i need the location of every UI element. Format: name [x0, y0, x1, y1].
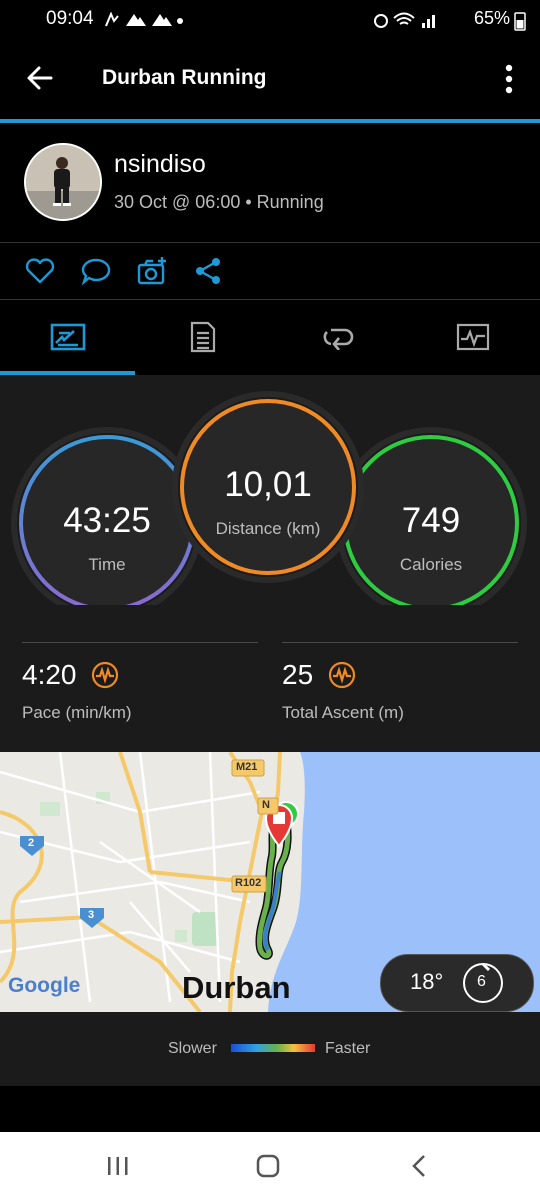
back-nav-icon[interactable]	[410, 1154, 428, 1178]
pace-stat: 4:20 Pace (min/km)	[22, 659, 132, 723]
activity-graph-icon	[456, 323, 489, 351]
comment-icon[interactable]	[80, 256, 112, 286]
calories-value: 749	[401, 501, 461, 540]
share-icon[interactable]	[192, 256, 224, 286]
legend-slower: Slower	[168, 1040, 217, 1057]
header-accent-line	[0, 119, 540, 123]
system-status-icons	[374, 12, 435, 28]
battery-icon	[514, 12, 526, 31]
pace-value: 4:20	[22, 659, 77, 690]
pace-gradient-bar	[231, 1044, 315, 1052]
battery-level: 65%	[473, 8, 510, 28]
calories-label: Calories	[399, 555, 463, 574]
legend-faster: Faster	[325, 1040, 371, 1057]
document-list-icon	[190, 321, 215, 353]
weather-widget[interactable]: 18° 6	[380, 954, 534, 1012]
distance-stat: 10,01 Distance (km)	[178, 465, 358, 539]
add-photo-icon[interactable]	[136, 256, 168, 286]
avatar[interactable]	[24, 143, 102, 221]
divider	[282, 642, 518, 643]
route-shield-2: 2	[28, 837, 35, 849]
tab-charts[interactable]	[405, 300, 540, 374]
divider	[0, 242, 540, 243]
ascent-value: 25	[282, 659, 314, 690]
calories-stat: 749 Calories	[341, 501, 521, 575]
pace-label: Pace (min/km)	[22, 703, 132, 722]
status-time: 09:04	[46, 8, 94, 29]
tab-laps[interactable]	[270, 300, 405, 374]
distance-value: 10,01	[224, 465, 312, 504]
username[interactable]: nsindiso	[114, 150, 206, 179]
home-icon[interactable]	[256, 1154, 280, 1178]
temperature: 18°	[410, 969, 444, 994]
ascent-label: Total Ascent (m)	[282, 703, 404, 722]
tab-stats[interactable]	[0, 300, 135, 374]
road-label-m21: M21	[236, 761, 258, 773]
stats-chart-icon	[50, 323, 85, 351]
route-shield-3: 3	[88, 909, 95, 921]
notification-icons	[105, 12, 183, 27]
ascent-info-icon[interactable]	[328, 661, 356, 689]
pace-info-icon[interactable]	[91, 661, 119, 689]
time-stat: 43:25 Time	[17, 501, 197, 575]
activity-tabs	[0, 300, 540, 374]
like-heart-icon[interactable]	[24, 256, 56, 286]
tab-details[interactable]	[135, 300, 270, 374]
time-label: Time	[88, 555, 126, 574]
recent-apps-icon[interactable]	[106, 1156, 130, 1176]
status-bar: 09:04 65%	[0, 0, 540, 40]
more-options-icon[interactable]	[494, 62, 524, 96]
divider	[22, 642, 258, 643]
stats-panel: 43:25 Time 10,01 Distance (km) 749 Calor…	[0, 375, 540, 752]
system-nav-bar	[0, 1132, 540, 1200]
road-label-r102: R102	[235, 877, 262, 889]
city-label: Durban	[182, 970, 291, 1005]
wind-speed: 6	[477, 973, 486, 990]
route-map[interactable]: M21 N R102 2 3 Google Durban 18° 6	[0, 752, 540, 1012]
app-header: Durban Running	[0, 40, 540, 120]
distance-label: Distance (km)	[215, 519, 321, 538]
pace-legend: Slower Faster	[0, 1012, 540, 1086]
google-logo: Google	[8, 974, 81, 997]
time-value: 43:25	[63, 501, 151, 540]
ascent-stat: 25 Total Ascent (m)	[282, 659, 404, 723]
back-arrow-icon[interactable]	[24, 62, 56, 94]
page-title: Durban Running	[102, 66, 267, 89]
activity-meta: 30 Oct @ 06:00 • Running	[114, 192, 324, 212]
road-label-n: N	[262, 799, 270, 811]
laps-loop-icon	[323, 328, 353, 350]
avatar-photo	[26, 145, 100, 219]
